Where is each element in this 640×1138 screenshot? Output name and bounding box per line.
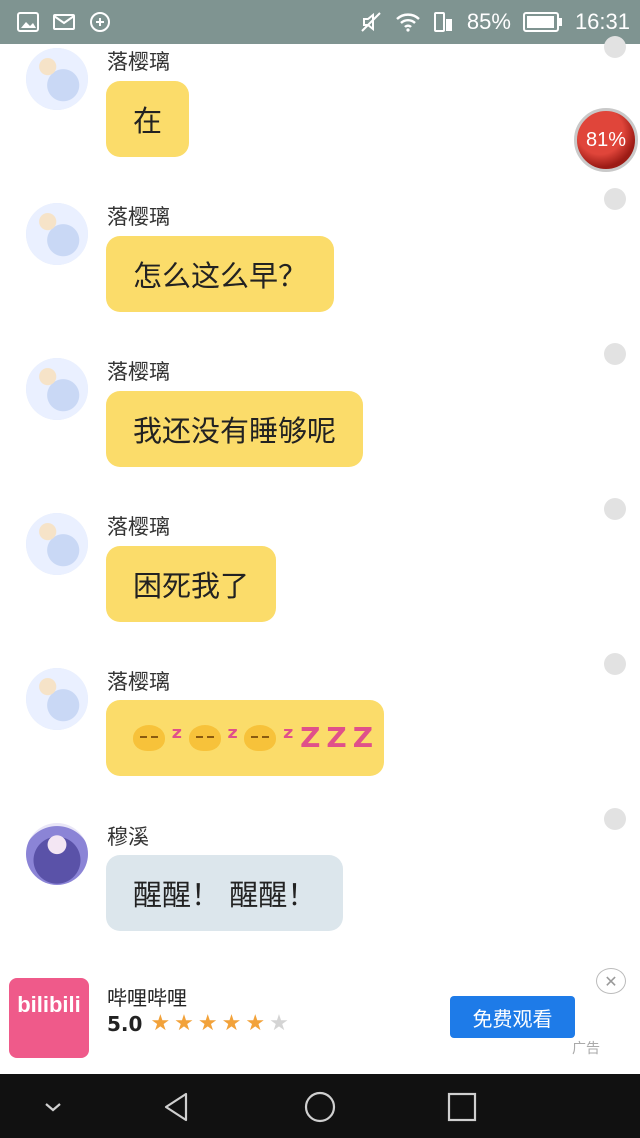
mute-icon <box>359 10 383 34</box>
close-icon[interactable]: ✕ <box>596 968 626 994</box>
read-indicator <box>604 343 626 365</box>
zzz-icon: Z <box>326 721 347 754</box>
ad-rating: 5.0 ★ ★ ★ ★ ★ ★ <box>107 1012 289 1036</box>
status-right-icons: 85% 16:31 <box>359 9 630 35</box>
zzz-icon: ᶻ <box>226 721 239 754</box>
sender-name: 落樱璃 <box>107 360 170 384</box>
read-indicator <box>604 808 626 830</box>
ad-banner[interactable]: bilibili 哔哩哔哩 5.0 ★ ★ ★ ★ ★ ★ 免费观看 ✕ 广告 <box>0 964 640 1074</box>
read-indicator <box>604 498 626 520</box>
star-icon: ★ <box>150 1011 171 1036</box>
sender-name: 落樱璃 <box>107 670 170 694</box>
back-icon[interactable] <box>160 1090 194 1124</box>
avatar[interactable] <box>26 823 88 885</box>
zzz-icon: Z <box>352 721 374 754</box>
status-bar: 85% 16:31 <box>0 0 640 44</box>
sender-name: 落樱璃 <box>107 50 170 74</box>
message-bubble[interactable]: 怎么这么早？ <box>106 236 335 312</box>
star-icon: ★ <box>269 1011 289 1036</box>
bilibili-logo[interactable]: bilibili <box>9 978 89 1058</box>
floating-speed-badge[interactable]: 81% <box>574 108 638 172</box>
battery-icon <box>522 11 563 33</box>
battery-percent: 85% <box>466 9 511 34</box>
navigation-bar <box>0 1074 640 1138</box>
wifi-icon <box>395 10 420 34</box>
rating-score: 5.0 <box>107 1012 143 1036</box>
read-indicator <box>604 188 626 210</box>
chat-area[interactable]: 落樱璃 在 落樱璃 怎么这么早？ 落樱璃 我还没有睡够呢 落樱璃 困死我了 落樱… <box>0 36 640 964</box>
read-indicator <box>604 653 626 675</box>
zzz-icon: ᶻ <box>171 721 183 754</box>
avatar[interactable] <box>26 668 88 730</box>
watch-free-button[interactable]: 免费观看 <box>450 996 575 1038</box>
read-indicator <box>604 36 626 58</box>
status-left-icons <box>16 10 112 34</box>
message-bubble[interactable]: 在 <box>106 81 190 157</box>
sleepy-face-icon <box>188 725 221 751</box>
star-icon: ★ <box>174 1011 194 1036</box>
message-bubble[interactable]: 醒醒！ 醒醒！ <box>106 855 344 931</box>
avatar[interactable] <box>26 203 88 265</box>
avatar[interactable] <box>26 358 88 420</box>
message-bubble[interactable]: 我还没有睡够呢 <box>106 391 364 467</box>
home-icon[interactable] <box>303 1090 337 1124</box>
avatar[interactable] <box>26 48 88 110</box>
message-bubble[interactable]: 困死我了 <box>106 546 277 622</box>
sender-name: 落樱璃 <box>107 205 170 229</box>
sim-icon <box>431 10 455 34</box>
sleepy-face-icon <box>244 725 277 751</box>
clock: 16:31 <box>574 9 630 34</box>
avatar[interactable] <box>26 513 88 575</box>
message-bubble[interactable]: ᶻ ᶻ ᶻ Z Z Z <box>106 700 384 776</box>
sync-icon <box>88 10 112 34</box>
chevron-down-icon[interactable] <box>36 1090 70 1124</box>
sender-name: 落樱璃 <box>107 515 170 539</box>
star-icon: ★ <box>197 1011 218 1036</box>
star-icon: ★ <box>221 1011 242 1036</box>
gallery-icon <box>16 10 40 34</box>
sleepy-face-icon <box>133 725 165 751</box>
sender-name: 穆溪 <box>107 825 149 849</box>
zzz-icon: ᶻ <box>282 721 295 754</box>
mail-icon <box>52 10 76 34</box>
star-icon: ★ <box>245 1011 266 1036</box>
ad-label: 广告 <box>572 1041 600 1057</box>
ad-title: 哔哩哔哩 <box>107 986 187 1010</box>
emoji-sequence: ᶻ ᶻ ᶻ Z Z Z <box>133 724 373 752</box>
zzz-icon: Z <box>300 721 321 754</box>
recent-apps-icon[interactable] <box>445 1090 479 1124</box>
